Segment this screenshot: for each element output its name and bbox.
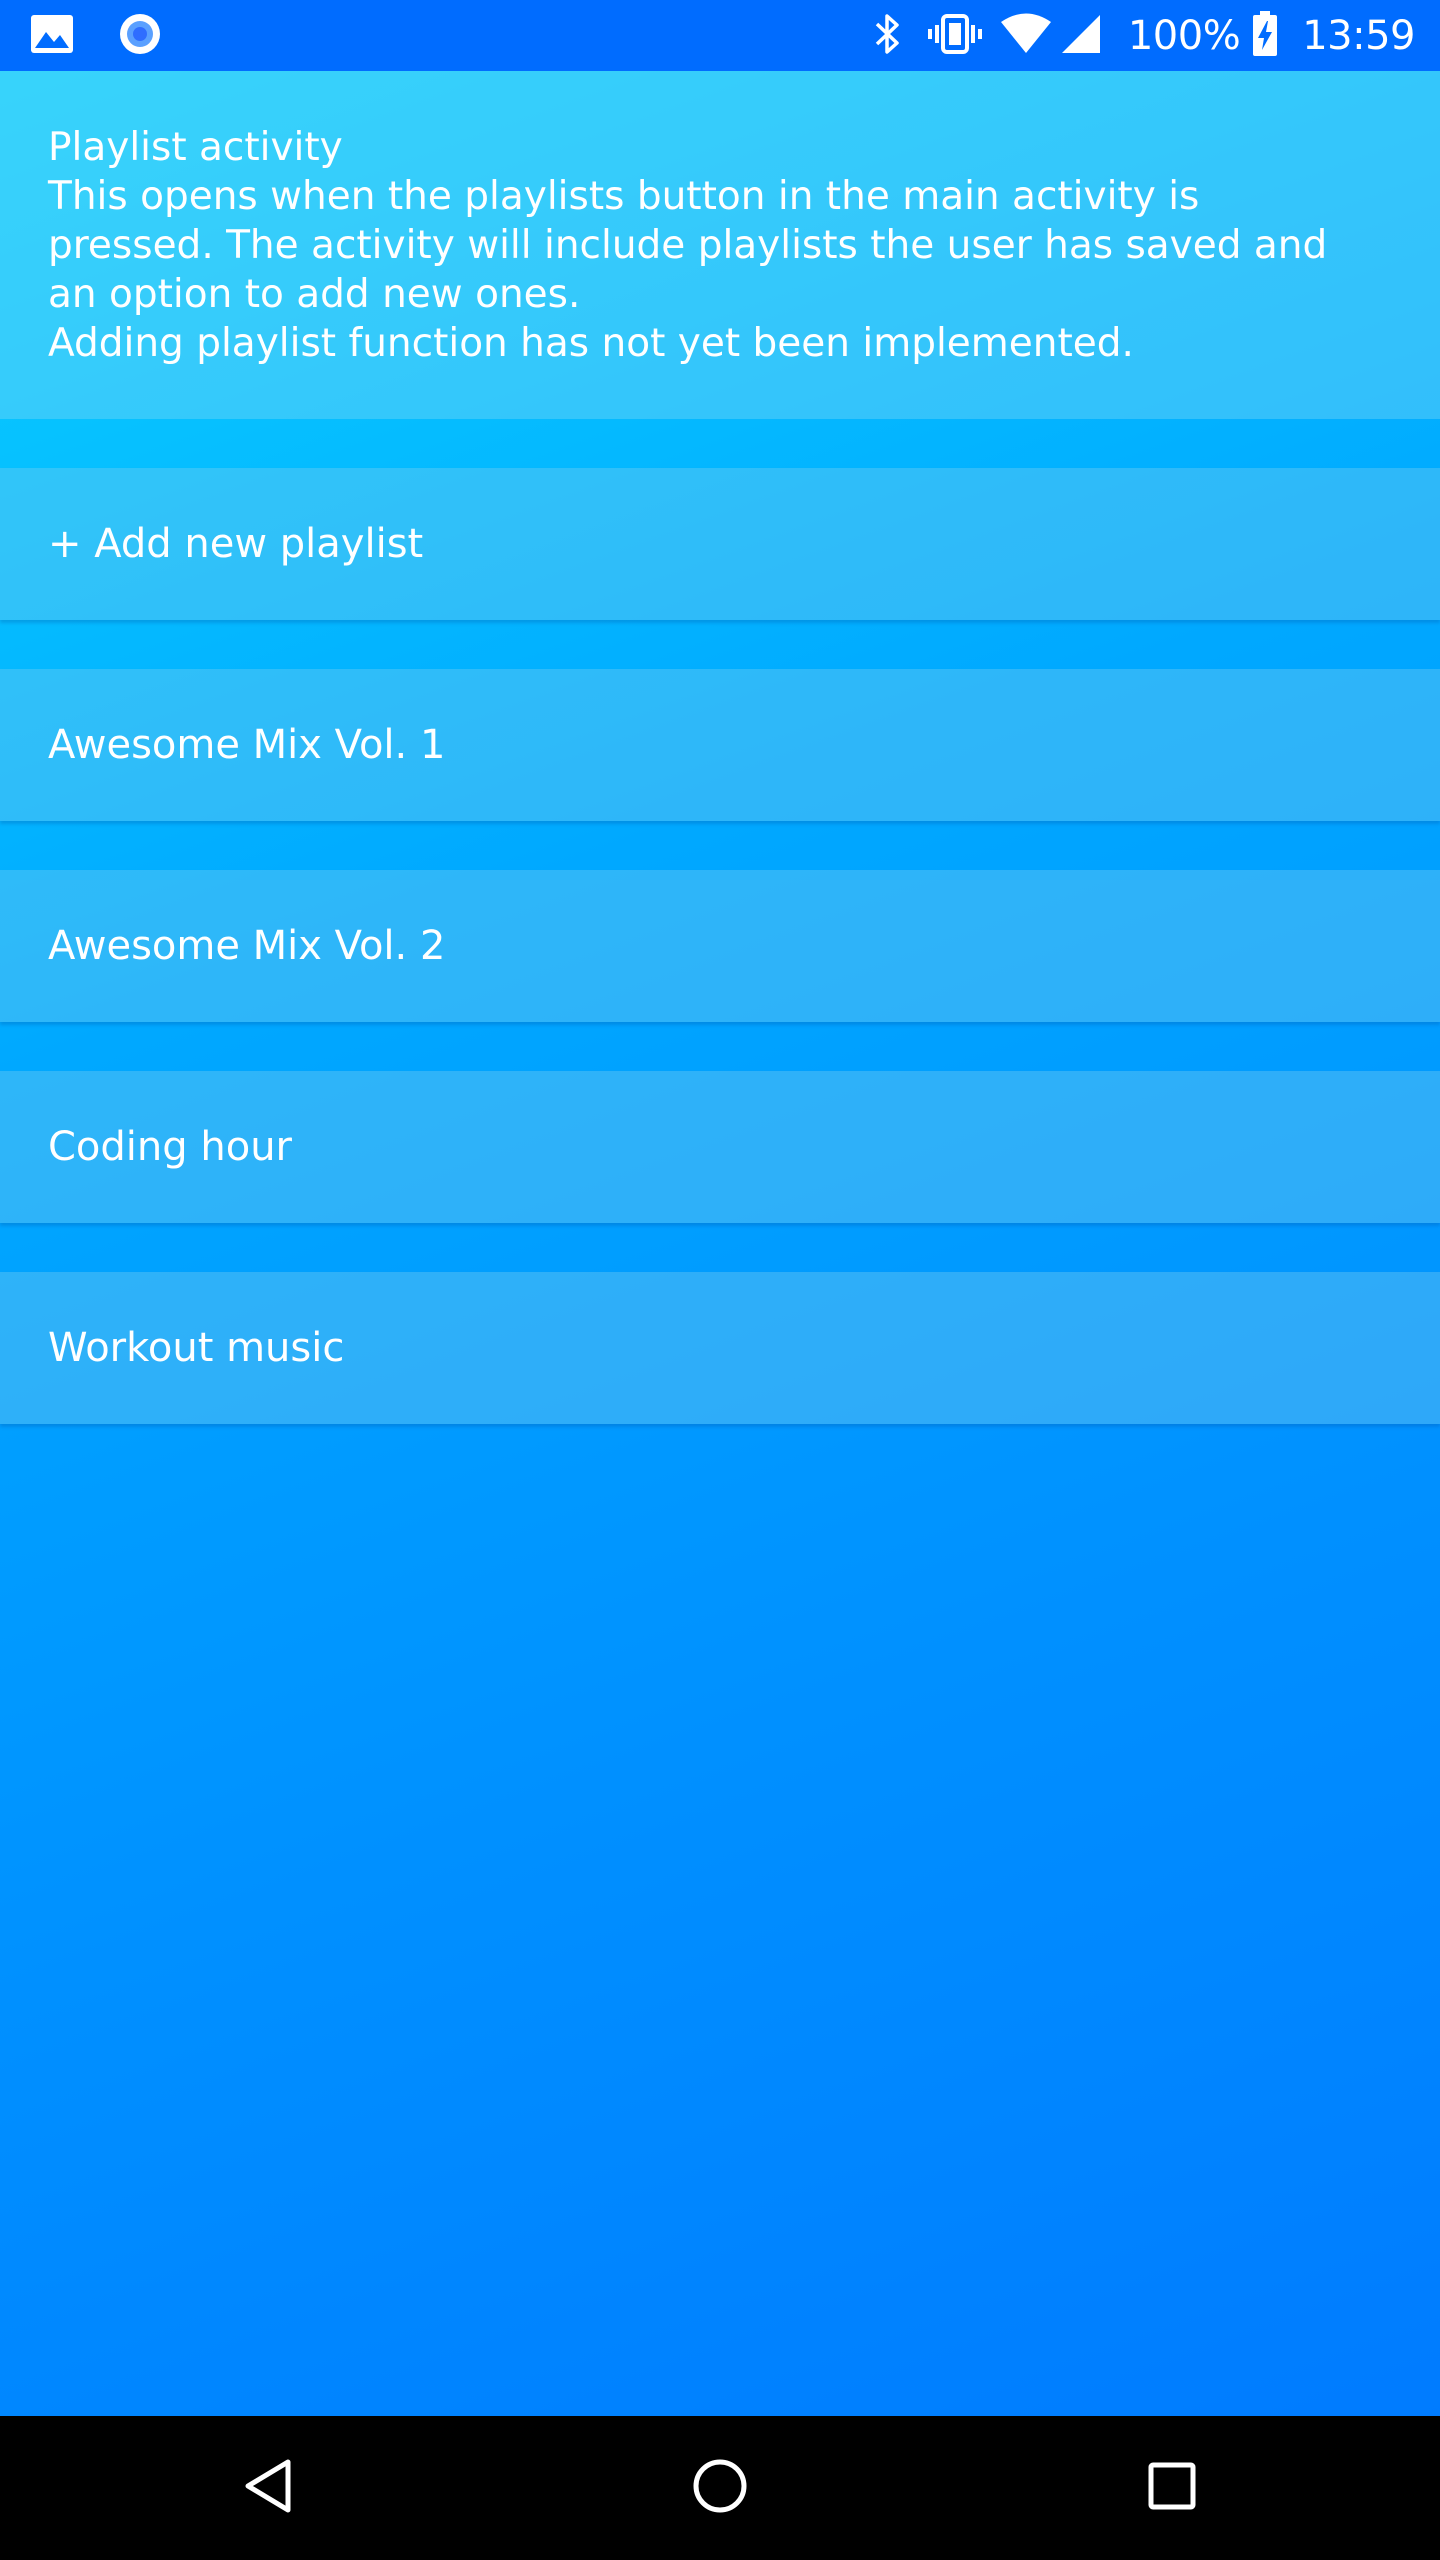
image-icon bbox=[30, 14, 74, 58]
activity-title: Playlist activity bbox=[48, 125, 343, 170]
playlist-list: + Add new playlist Awesome Mix Vol. 1 Aw… bbox=[0, 468, 1440, 1473]
add-new-playlist-button[interactable]: + Add new playlist bbox=[0, 468, 1440, 620]
wifi-icon bbox=[1000, 13, 1052, 59]
recents-button[interactable] bbox=[1100, 2416, 1244, 2560]
playlist-item[interactable]: Awesome Mix Vol. 1 bbox=[0, 669, 1440, 821]
status-bar: 100% 13:59 bbox=[0, 0, 1440, 71]
back-icon bbox=[240, 2456, 296, 2520]
home-button[interactable] bbox=[648, 2416, 792, 2560]
recents-icon bbox=[1144, 2458, 1200, 2518]
back-button[interactable] bbox=[196, 2416, 340, 2560]
clock: 13:59 bbox=[1302, 12, 1415, 59]
description-line: pressed. The activity will include playl… bbox=[48, 223, 1328, 268]
description-line: Adding playlist function has not yet bee… bbox=[48, 321, 1134, 366]
battery-charging-icon bbox=[1252, 10, 1278, 61]
playlist-item[interactable]: Awesome Mix Vol. 2 bbox=[0, 870, 1440, 1022]
navigation-bar bbox=[0, 2416, 1440, 2560]
vibrate-icon bbox=[927, 12, 982, 60]
playlist-item[interactable]: Coding hour bbox=[0, 1071, 1440, 1223]
notification-icons bbox=[30, 0, 162, 71]
playlist-item[interactable]: Workout music bbox=[0, 1272, 1440, 1424]
home-icon bbox=[690, 2456, 750, 2520]
cell-signal-icon bbox=[1060, 13, 1102, 59]
system-status: 100% 13:59 bbox=[872, 0, 1415, 71]
description-line: This opens when the playlists button in … bbox=[48, 174, 1200, 219]
activity-description-card: Playlist activity This opens when the pl… bbox=[0, 71, 1440, 419]
bluetooth-icon bbox=[872, 12, 902, 60]
record-icon bbox=[118, 12, 162, 60]
battery-percent: 100% bbox=[1127, 12, 1241, 59]
description-line: an option to add new ones. bbox=[48, 272, 581, 317]
